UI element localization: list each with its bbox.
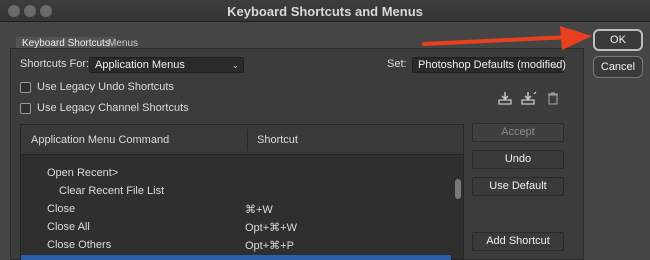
table-row[interactable]: Close All Opt+⌘+W [21,219,451,237]
table-row[interactable]: Close Others Opt+⌘+P [21,237,451,255]
table-row-selected[interactable] [21,255,451,260]
shortcuts-for-value: Application Menus [95,59,185,71]
command-cell: Close [47,203,76,215]
ok-button[interactable]: OK [593,29,643,51]
shortcuts-table: Application Menu Command Shortcut Open R… [20,124,464,260]
command-cell: Clear Recent File List [59,185,165,197]
accept-button[interactable]: Accept [472,123,564,142]
command-cell: Open Recent> [47,167,119,179]
dialog-window: Keyboard Shortcuts and Menus Keyboard Sh… [0,0,650,260]
column-header-command[interactable]: Application Menu Command [31,134,169,146]
chevron-down-icon: ⌄ [551,60,559,70]
shortcut-cell: Opt+⌘+P [245,240,294,252]
table-row[interactable]: Open Recent> [21,165,451,183]
table-scrollbar[interactable] [453,157,462,259]
shortcuts-for-label: Shortcuts For: [20,58,90,70]
command-cell: Close All [47,221,90,233]
table-row[interactable]: Close ⌘+W [21,201,451,219]
legacy-channel-label: Use Legacy Channel Shortcuts [37,102,189,114]
title-bar: Keyboard Shortcuts and Menus [0,0,650,22]
column-header-shortcut[interactable]: Shortcut [257,134,298,146]
save-set-icon[interactable] [497,90,513,106]
shortcut-cell: Opt+⌘+W [245,222,297,234]
set-value: Photoshop Defaults (modified) [418,59,566,71]
chevron-down-icon: ⌄ [231,60,239,70]
add-shortcut-button[interactable]: Add Shortcut [472,232,564,251]
save-set-as-icon[interactable] [521,90,537,106]
shortcut-cell: ⌘+W [245,204,273,216]
cancel-button[interactable]: Cancel [593,56,643,78]
use-default-button[interactable]: Use Default [472,177,564,196]
column-divider [247,129,248,151]
command-cell: Close Others [47,239,112,251]
annotation-arrow-icon [422,26,592,50]
table-row[interactable]: Clear Recent File List [21,183,451,201]
set-label: Set: [387,58,407,70]
window-title: Keyboard Shortcuts and Menus [227,4,423,19]
legacy-channel-checkbox[interactable] [20,103,31,114]
legacy-undo-label: Use Legacy Undo Shortcuts [37,81,174,93]
trash-icon[interactable] [545,90,561,106]
undo-button[interactable]: Undo [472,150,564,169]
legacy-undo-checkbox[interactable] [20,82,31,93]
shortcuts-for-select[interactable]: Application Menus ⌄ [89,57,244,73]
table-scroll-thumb[interactable] [455,179,461,199]
table-header: Application Menu Command Shortcut [21,125,463,155]
